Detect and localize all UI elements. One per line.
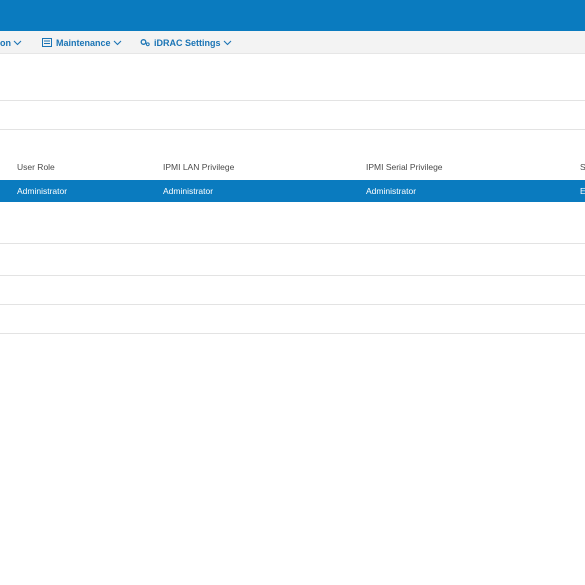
settings-gears-icon: [140, 38, 150, 47]
cell-ipmi-lan-privilege: Administrator: [163, 186, 214, 196]
nav-item-label: Maintenance: [56, 37, 111, 48]
table-row-divider: [0, 333, 585, 334]
column-header-user-role[interactable]: User Role: [17, 162, 55, 176]
cell-truncated: E: [580, 186, 585, 196]
table-row-divider: [0, 304, 585, 305]
nav-item-maintenance[interactable]: Maintenance: [42, 31, 122, 54]
column-header-ipmi-lan-privilege[interactable]: IPMI LAN Privilege: [163, 162, 234, 176]
chevron-down-icon: [113, 40, 122, 46]
column-header-truncated[interactable]: S: [580, 162, 585, 176]
nav-item-configuration[interactable]: on: [0, 31, 22, 54]
chevron-down-icon: [223, 40, 232, 46]
top-header-bar: [0, 0, 585, 31]
main-nav-bar: on Maintenance iDRAC Settings: [0, 31, 585, 54]
cell-ipmi-serial-privilege: Administrator: [366, 186, 417, 196]
table-row-divider: [0, 275, 585, 276]
table-row-divider: [0, 243, 585, 244]
nav-item-label: iDRAC Settings: [154, 37, 221, 48]
divider: [0, 100, 585, 101]
maintenance-icon: [42, 38, 52, 47]
chevron-down-icon: [13, 40, 22, 46]
nav-item-label: on: [0, 37, 11, 48]
nav-item-idrac-settings[interactable]: iDRAC Settings: [140, 31, 232, 54]
divider: [0, 129, 585, 130]
cell-user-role: Administrator: [17, 186, 68, 196]
column-header-ipmi-serial-privilege[interactable]: IPMI Serial Privilege: [366, 162, 443, 176]
table-row[interactable]: Administrator Administrator Administrato…: [0, 180, 585, 202]
